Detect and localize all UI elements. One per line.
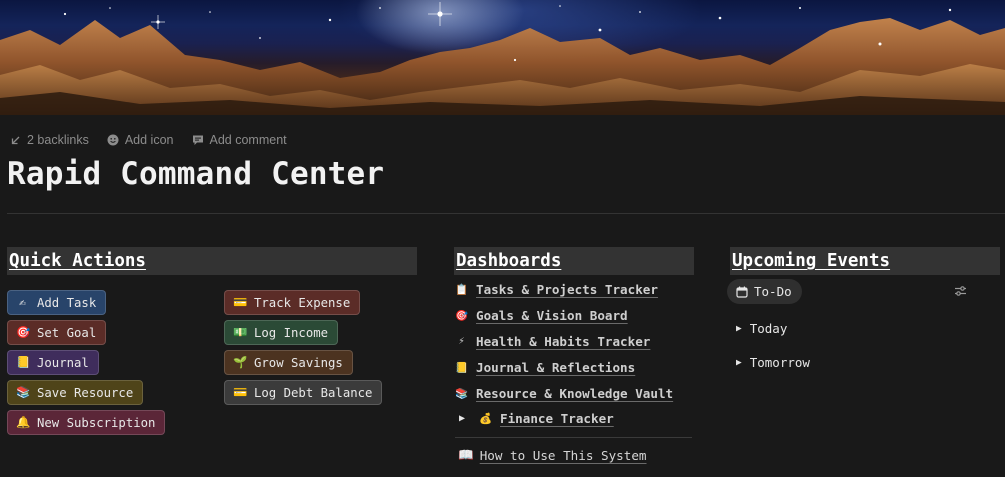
toggle-triangle-icon[interactable]: ▶ — [736, 323, 742, 334]
add-icon-label: Add icon — [124, 133, 174, 147]
log-debt-balance-button[interactable]: 💳 Log Debt Balance — [224, 380, 383, 405]
button-label: Set Goal — [37, 325, 97, 340]
books-icon: 📚 — [455, 387, 469, 400]
open-book-icon: 📖 — [458, 447, 474, 462]
grow-savings-button[interactable]: 🌱 Grow Savings — [224, 350, 353, 375]
backlinks-label: 2 backlinks — [27, 133, 89, 147]
dashboard-link-health-habits[interactable]: ⚡ Health & Habits Tracker — [455, 332, 650, 350]
set-goal-button[interactable]: 🎯 Set Goal — [7, 320, 107, 345]
toggle-triangle-icon[interactable]: ▶ — [459, 413, 471, 424]
todo-view-tab[interactable]: To-Do — [727, 279, 802, 304]
target-icon: 🎯 — [16, 324, 31, 339]
clipboard-icon: 📋 — [455, 283, 469, 296]
money-bag-icon: 💰 — [479, 412, 493, 425]
banknote-icon: 💵 — [233, 324, 248, 339]
group-tomorrow-toggle[interactable]: ▶ Tomorrow — [736, 353, 810, 371]
save-resource-button[interactable]: 📚 Save Resource — [7, 380, 144, 405]
calendar-icon — [736, 286, 748, 298]
add-task-button[interactable]: ✍ Add Task — [7, 290, 107, 315]
title-divider — [7, 213, 1005, 214]
upcoming-events-header: Upcoming Events — [730, 247, 1000, 275]
button-label: Add Task — [37, 295, 97, 310]
button-label: New Subscription — [37, 415, 156, 430]
dashboards-header: Dashboards — [454, 247, 694, 275]
arrow-down-left-icon — [11, 136, 20, 144]
credit-card-icon: 💳 — [233, 294, 248, 309]
group-today-toggle[interactable]: ▶ Today — [736, 319, 787, 337]
add-icon-button[interactable]: Add icon — [107, 133, 174, 147]
page-meta-row: 2 backlinks Add icon Add comment — [10, 132, 287, 148]
writing-hand-icon: ✍ — [19, 294, 26, 309]
quick-actions-title: Quick Actions — [9, 251, 146, 271]
dashboard-link-label: Tasks & Projects Tracker — [476, 281, 658, 297]
upcoming-events-title: Upcoming Events — [732, 251, 891, 271]
dashboard-link-goals-vision[interactable]: 🎯 Goals & Vision Board — [455, 306, 628, 324]
dashboard-link-label: Goals & Vision Board — [476, 307, 628, 323]
button-label: Grow Savings — [254, 355, 343, 370]
settings-sliders-icon[interactable] — [954, 285, 967, 297]
view-tab-label: To-Do — [754, 284, 792, 299]
button-label: Save Resource — [37, 385, 134, 400]
group-label: Today — [749, 320, 788, 336]
dashboard-link-tasks-projects[interactable]: 📋 Tasks & Projects Tracker — [455, 280, 658, 298]
smiley-icon — [107, 134, 119, 146]
quick-actions-header: Quick Actions — [7, 247, 417, 275]
lightning-icon: ⚡ — [458, 335, 465, 347]
backlinks-link[interactable]: 2 backlinks — [10, 133, 89, 147]
journal-button[interactable]: 📒 Journal — [7, 350, 99, 375]
button-label: Log Debt Balance — [254, 385, 373, 400]
notebook-icon: 📒 — [16, 354, 31, 369]
toggle-triangle-icon[interactable]: ▶ — [736, 357, 742, 368]
group-label: Tomorrow — [749, 354, 810, 370]
button-label: Log Income — [254, 325, 329, 340]
dashboard-link-label: Health & Habits Tracker — [476, 333, 651, 349]
page-title[interactable]: Rapid Command Center — [7, 156, 384, 192]
cover-nebula-art — [0, 2, 1005, 115]
dashboard-link-journal-reflections[interactable]: 📒 Journal & Reflections — [455, 358, 635, 376]
add-comment-button[interactable]: Add comment — [192, 133, 287, 147]
new-subscription-button[interactable]: 🔔 New Subscription — [7, 410, 166, 435]
log-income-button[interactable]: 💵 Log Income — [224, 320, 339, 345]
how-to-use-link[interactable]: 📖 How to Use This System — [458, 447, 647, 463]
seedling-icon: 🌱 — [233, 354, 248, 369]
how-to-use-label: How to Use This System — [479, 447, 647, 463]
comment-icon — [192, 135, 203, 145]
dashboards-title: Dashboards — [456, 251, 562, 271]
books-icon: 📚 — [16, 384, 31, 399]
cover-image[interactable] — [0, 0, 1005, 115]
dashboard-link-label: Finance Tracker — [500, 410, 614, 426]
finance-tracker-toggle[interactable]: ▶ 💰 Finance Tracker — [459, 409, 614, 427]
track-expense-button[interactable]: 💳 Track Expense — [224, 290, 361, 315]
button-label: Journal — [37, 355, 89, 370]
dashboard-link-label: Resource & Knowledge Vault — [476, 385, 674, 401]
dashboard-link-label: Journal & Reflections — [476, 359, 636, 375]
dashboard-link-resource-vault[interactable]: 📚 Resource & Knowledge Vault — [455, 384, 673, 402]
target-icon: 🎯 — [455, 309, 469, 322]
credit-card-icon: 💳 — [233, 384, 248, 399]
add-comment-label: Add comment — [209, 133, 287, 147]
dashboards-divider — [455, 437, 692, 438]
button-label: Track Expense — [254, 295, 351, 310]
bell-icon: 🔔 — [16, 414, 31, 429]
notebook-icon: 📒 — [455, 361, 469, 374]
